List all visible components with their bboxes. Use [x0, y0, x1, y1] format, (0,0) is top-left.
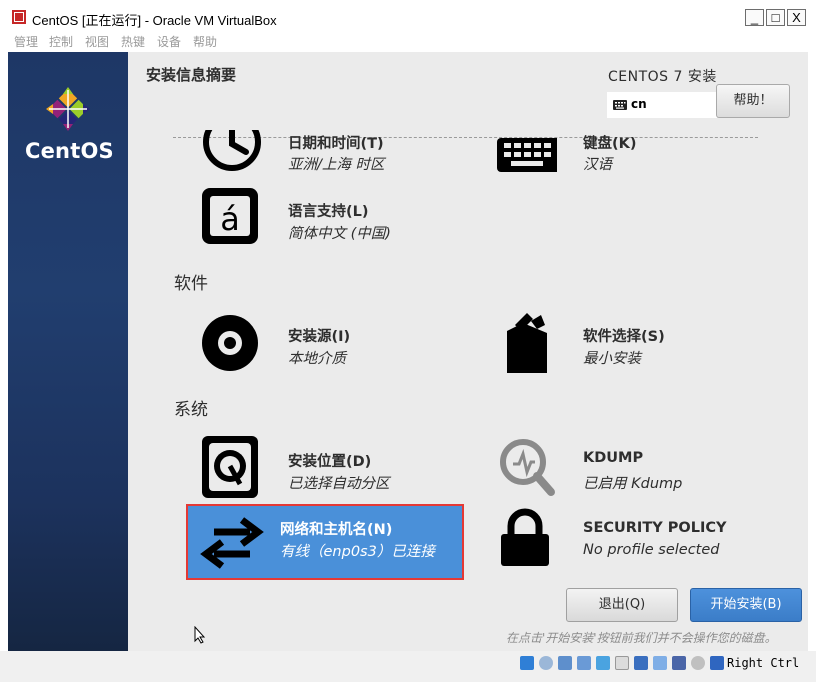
- harddisk-status-icon[interactable]: [520, 656, 534, 670]
- product-name: CENTOS 7 安装: [608, 69, 717, 85]
- network-status-icon[interactable]: [577, 656, 591, 670]
- spoke-title: 日期和时间(T): [288, 136, 384, 152]
- help-button[interactable]: 帮助！: [716, 84, 790, 118]
- maximize-button[interactable]: □: [766, 9, 785, 26]
- spoke-language[interactable]: á 语言支持(L) 简体中文 (中国): [202, 186, 472, 248]
- cpu-icon[interactable]: [672, 656, 686, 670]
- window-title: CentOS [正在运行] - Oracle VM VirtualBox: [32, 13, 277, 28]
- menu-control[interactable]: 控制: [49, 33, 73, 50]
- lock-icon: [501, 508, 549, 566]
- keyboard-capture-icon[interactable]: [710, 656, 724, 670]
- close-button[interactable]: X: [787, 9, 806, 26]
- spoke-status: 本地介质: [288, 351, 346, 367]
- spoke-security-policy[interactable]: SECURITY POLICY No profile selected: [497, 506, 767, 568]
- video-capture-icon[interactable]: [653, 656, 667, 670]
- menu-help[interactable]: 帮助: [193, 33, 217, 50]
- spoke-title: 网络和主机名(N): [280, 522, 393, 538]
- keyboard-small-icon: [613, 100, 627, 110]
- minimize-button[interactable]: _: [745, 9, 764, 26]
- harddisk-icon: [202, 436, 258, 498]
- spoke-keyboard[interactable]: 键盘(K) 汉语: [497, 136, 767, 200]
- spoke-title: 安装位置(D): [288, 454, 372, 470]
- svg-text:á: á: [220, 200, 240, 238]
- menubar: 管理 控制 视图 热键 设备 帮助: [0, 31, 816, 52]
- spoke-title: SECURITY POLICY: [583, 520, 727, 536]
- spoke-title: KDUMP: [583, 450, 644, 466]
- vm-display[interactable]: CentOS 安装信息摘要 CENTOS 7 安装 cn 帮助！ 日期和时间(T…: [8, 52, 808, 651]
- spoke-status: 简体中文 (中国): [288, 226, 391, 242]
- network-arrows-icon: [200, 517, 264, 569]
- spoke-network-hostname[interactable]: 网络和主机名(N) 有线（enp0s3）已连接: [186, 504, 464, 580]
- menu-view[interactable]: 视图: [85, 33, 109, 50]
- window-titlebar: CentOS [正在运行] - Oracle VM VirtualBox _ □…: [0, 0, 816, 31]
- spoke-title: 键盘(K): [583, 136, 637, 152]
- menu-manage[interactable]: 管理: [14, 33, 38, 50]
- centos-brand: CentOS: [25, 139, 114, 163]
- footer-note: 在点击'开始安装'按钮前我们并不会操作您的磁盘。: [506, 631, 777, 645]
- spoke-status: No profile selected: [583, 542, 720, 558]
- section-system: 系统: [174, 400, 208, 420]
- mouse-cursor-icon: [194, 626, 206, 644]
- magnifier-icon: [500, 439, 555, 496]
- spoke-title: 软件选择(S): [583, 329, 665, 345]
- spoke-status: 亚洲/上海 时区: [288, 157, 385, 173]
- spoke-kdump[interactable]: KDUMP 已启用 Kdump: [497, 436, 767, 498]
- statusbar: Right Ctrl: [0, 651, 816, 682]
- language-icon: á: [202, 188, 258, 244]
- page-title: 安装信息摘要: [146, 66, 237, 84]
- spoke-status: 最小安装: [583, 351, 641, 367]
- keyboard-layout-indicator[interactable]: cn: [607, 92, 717, 118]
- spoke-software-selection[interactable]: 软件选择(S) 最小安装: [497, 311, 767, 373]
- spoke-status: 汉语: [583, 157, 612, 173]
- menu-hotkeys[interactable]: 热键: [121, 33, 145, 50]
- package-icon: [507, 313, 547, 373]
- optical-drive-icon[interactable]: [539, 656, 553, 670]
- quit-button[interactable]: 退出(Q): [566, 588, 678, 622]
- virtualbox-app-icon: [12, 10, 26, 24]
- audio-icon[interactable]: [558, 656, 572, 670]
- spoke-title: 安装源(I): [288, 329, 351, 345]
- installer-sidebar: CentOS: [8, 52, 128, 651]
- host-key-label: Right Ctrl: [727, 656, 800, 670]
- section-software: 软件: [174, 274, 208, 294]
- spoke-status: 已选择自动分区: [288, 476, 390, 492]
- begin-installation-button[interactable]: 开始安装(B): [690, 588, 802, 622]
- spoke-title: 语言支持(L): [288, 204, 369, 220]
- centos-logo-icon: [46, 87, 90, 131]
- spoke-status: 已启用 Kdump: [583, 476, 683, 492]
- mouse-integration-icon[interactable]: [691, 656, 705, 670]
- spoke-install-destination[interactable]: 安装位置(D) 已选择自动分区: [202, 436, 472, 498]
- spoke-install-source[interactable]: 安装源(I) 本地介质: [202, 311, 472, 373]
- usb-icon[interactable]: [596, 656, 610, 670]
- display-icon[interactable]: [634, 656, 648, 670]
- keyboard-icon: [497, 138, 557, 172]
- shared-folder-icon[interactable]: [615, 656, 629, 670]
- keyboard-layout-label: cn: [631, 97, 647, 111]
- spoke-status: 有线（enp0s3）已连接: [280, 544, 435, 560]
- disc-icon: [202, 315, 258, 371]
- clock-icon: [203, 130, 261, 171]
- menu-devices[interactable]: 设备: [157, 33, 181, 50]
